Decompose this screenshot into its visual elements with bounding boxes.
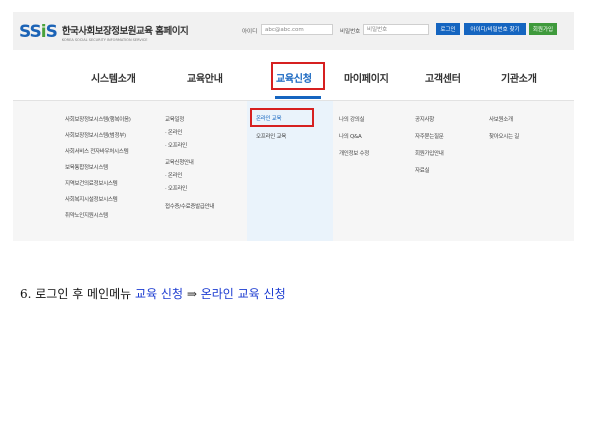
menu-link[interactable]: 보육통합정보시스템 xyxy=(65,163,108,171)
top-bar: SSiS 한국사회보장정보원교육 홈페이지 KOREA SOCIAL SECUR… xyxy=(13,12,574,50)
id-label: 아이디 xyxy=(242,29,258,35)
menu-link[interactable]: · 오프라인 xyxy=(165,141,187,149)
caption-prefix: 6. 로그인 후 메인메뉴 xyxy=(20,287,136,301)
find-account-button[interactable]: 아이디/비밀번호 찾기 xyxy=(464,23,526,35)
mega-menu: 사회보장정보시스템(행복이음) 사회보장정보시스템(범정부) 사회서비스 전자바… xyxy=(13,100,574,241)
password-input[interactable]: 비밀번호 xyxy=(363,24,429,35)
site-title: 한국사회보장정보원교육 홈페이지 xyxy=(61,25,189,37)
id-input[interactable]: abc@abc.com xyxy=(261,24,333,35)
menu-link[interactable]: 공지사항 xyxy=(415,115,434,123)
nav-item-mypage[interactable]: 마이페이지 xyxy=(344,70,389,85)
menu-link[interactable]: · 오프라인 xyxy=(165,184,187,192)
menu-link[interactable]: 사회보장정보시스템(행복이음) xyxy=(65,115,131,123)
screenshot-frame: SSiS 한국사회보장정보원교육 홈페이지 KOREA SOCIAL SECUR… xyxy=(13,12,574,241)
menu-link[interactable]: 교육일정 xyxy=(165,115,184,123)
site-logo[interactable]: SSiS 한국사회보장정보원교육 홈페이지 KOREA SOCIAL SECUR… xyxy=(19,21,189,43)
highlight-box-education-apply xyxy=(271,62,325,90)
menu-link[interactable]: 개인정보 수정 xyxy=(339,149,369,157)
menu-link[interactable]: 취약노인지원시스템 xyxy=(65,211,108,219)
caption-arrow: ⇒ xyxy=(183,287,201,301)
menu-link[interactable]: · 온라인 xyxy=(165,171,182,179)
menu-link[interactable]: 사회복지시설정보시스템 xyxy=(65,195,118,203)
menu-link[interactable]: 나의 Q&A xyxy=(339,132,362,140)
highlight-box-online-education xyxy=(250,108,314,127)
caption-menu: 교육 신청 xyxy=(135,287,184,301)
nav-item-system-intro[interactable]: 시스템소개 xyxy=(91,70,136,85)
site-subtitle: KOREA SOCIAL SECURITY INFORMATION SERVIC… xyxy=(61,37,148,42)
menu-link[interactable]: 사보원소개 xyxy=(489,115,513,123)
menu-link[interactable]: 사회보장정보시스템(범정부) xyxy=(65,131,126,139)
menu-link[interactable]: 사회서비스 전자바우처시스템 xyxy=(65,147,129,155)
menu-link[interactable]: 자료실 xyxy=(415,166,430,174)
menu-link[interactable]: 자주묻는질문 xyxy=(415,132,444,140)
logo-text: 한국사회보장정보원교육 홈페이지 KOREA SOCIAL SECURITY I… xyxy=(61,23,189,42)
nav-item-customer-center[interactable]: 고객센터 xyxy=(425,70,461,85)
join-button[interactable]: 회원가입 xyxy=(529,23,557,35)
password-label: 비밀번호 xyxy=(340,29,361,35)
main-nav: 시스템소개 교육안내 교육신청 마이페이지 고객센터 기관소개 xyxy=(13,50,574,100)
menu-link[interactable]: 교육신청안내 xyxy=(165,158,194,166)
step-caption: 6. 로그인 후 메인메뉴 교육 신청 ⇒ 온라인 교육 신청 xyxy=(20,285,286,302)
menu-link[interactable]: 회원가입안내 xyxy=(415,149,444,157)
nav-item-institution-intro[interactable]: 기관소개 xyxy=(501,70,537,85)
nav-item-education-info[interactable]: 교육안내 xyxy=(187,70,223,85)
caption-target: 온라인 교육 신청 xyxy=(200,287,286,301)
menu-link[interactable]: · 온라인 xyxy=(165,128,182,136)
active-tab-indicator xyxy=(275,96,321,99)
menu-link[interactable]: 찾아오시는 길 xyxy=(489,132,519,140)
menu-link[interactable]: 나의 강의실 xyxy=(339,115,365,123)
logo-letters-ss: SS xyxy=(19,22,42,42)
menu-link-offline-education[interactable]: 오프라인 교육 xyxy=(256,132,286,140)
login-button[interactable]: 로그인 xyxy=(436,23,460,35)
menu-link[interactable]: 접수증/수료증발급안내 xyxy=(165,202,214,210)
menu-link[interactable]: 지역보건의료정보시스템 xyxy=(65,179,118,187)
logo-letter-s: S xyxy=(45,22,58,42)
logo-mark: SSiS xyxy=(19,22,58,42)
